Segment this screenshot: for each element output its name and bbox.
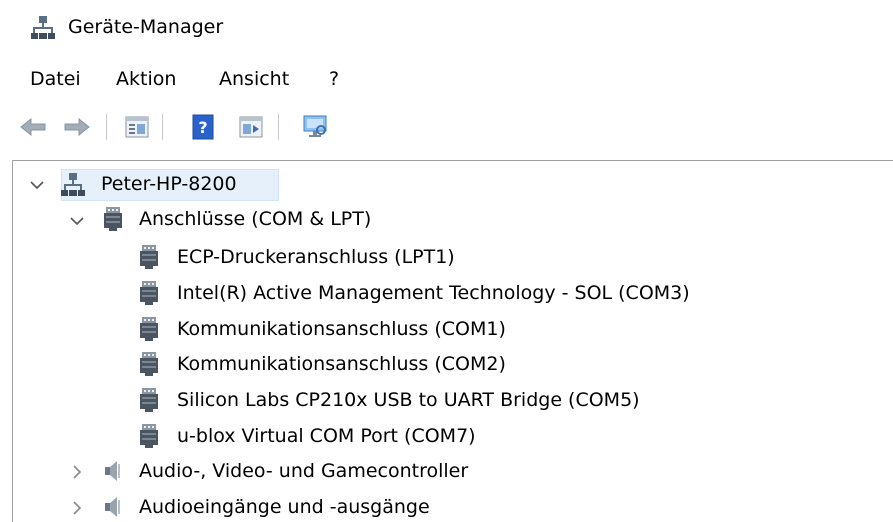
device-tree[interactable]: Peter-HP-8200 Anschlüsse (COM & LPT) ECP… bbox=[12, 160, 893, 522]
tree-device-item[interactable]: Silicon Labs CP210x USB to UART Bridge (… bbox=[177, 383, 640, 417]
device-label: Silicon Labs CP210x USB to UART Bridge (… bbox=[177, 389, 640, 411]
properties-button[interactable] bbox=[122, 112, 152, 142]
tree-device-item[interactable]: ECP-Druckeranschluss (LPT1) bbox=[177, 240, 455, 274]
help-button[interactable]: ? bbox=[188, 112, 218, 142]
back-arrow-icon bbox=[20, 117, 46, 137]
menu-bar: Datei Aktion Ansicht ? bbox=[0, 64, 893, 96]
help-icon: ? bbox=[192, 114, 214, 140]
back-button[interactable] bbox=[18, 112, 48, 142]
port-icon bbox=[140, 281, 158, 305]
chevron-down-icon[interactable] bbox=[69, 213, 85, 229]
svg-text:?: ? bbox=[198, 118, 207, 137]
menu-help[interactable]: ? bbox=[329, 68, 339, 90]
category-label: Audioeingänge und -ausgänge bbox=[139, 496, 430, 518]
tree-device-item[interactable]: Kommunikationsanschluss (COM2) bbox=[177, 347, 506, 381]
port-icon bbox=[140, 352, 158, 376]
scan-hardware-icon bbox=[303, 115, 327, 137]
port-icon bbox=[140, 245, 158, 269]
tree-device-item[interactable]: Intel(R) Active Management Technology - … bbox=[177, 276, 690, 310]
toolbar-separator bbox=[162, 114, 163, 140]
title-bar: Geräte-Manager bbox=[0, 0, 893, 60]
category-label: Anschlüsse (COM & LPT) bbox=[139, 208, 372, 230]
tree-device-item[interactable]: u-blox Virtual COM Port (COM7) bbox=[177, 419, 476, 453]
forward-arrow-icon bbox=[64, 117, 90, 137]
chevron-right-icon[interactable] bbox=[69, 464, 85, 480]
speaker-icon bbox=[105, 497, 120, 517]
tree-category-audio-video[interactable]: Audio-, Video- und Gamecontroller bbox=[139, 454, 468, 488]
forward-button[interactable] bbox=[62, 112, 92, 142]
menu-datei[interactable]: Datei bbox=[30, 68, 81, 90]
menu-ansicht[interactable]: Ansicht bbox=[219, 68, 289, 90]
tree-device-item[interactable]: Kommunikationsanschluss (COM1) bbox=[177, 312, 506, 346]
toolbar-separator bbox=[106, 114, 107, 140]
device-label: ECP-Druckeranschluss (LPT1) bbox=[177, 246, 455, 268]
toolbar: ? bbox=[0, 108, 893, 150]
tree-category-audio-io[interactable]: Audioeingänge und -ausgänge bbox=[139, 490, 430, 522]
port-icon bbox=[140, 388, 158, 412]
computer-icon bbox=[61, 173, 85, 196]
port-icon bbox=[104, 207, 122, 231]
device-manager-icon bbox=[31, 16, 55, 39]
device-label: Kommunikationsanschluss (COM2) bbox=[177, 353, 506, 375]
tree-category-ports[interactable]: Anschlüsse (COM & LPT) bbox=[139, 202, 371, 236]
category-label: Audio-, Video- und Gamecontroller bbox=[139, 460, 469, 482]
tree-root-label: Peter-HP-8200 bbox=[101, 173, 237, 195]
toolbar-separator bbox=[278, 114, 279, 140]
tree-root-item[interactable]: Peter-HP-8200 bbox=[101, 167, 237, 201]
chevron-down-icon[interactable] bbox=[29, 177, 45, 193]
window-title: Geräte-Manager bbox=[68, 16, 224, 38]
menu-aktion[interactable]: Aktion bbox=[116, 68, 176, 90]
speaker-icon bbox=[105, 461, 120, 481]
chevron-right-icon[interactable] bbox=[69, 500, 85, 516]
properties-icon bbox=[125, 116, 149, 138]
scan-hardware-button[interactable] bbox=[300, 112, 330, 142]
port-icon bbox=[140, 317, 158, 341]
port-icon bbox=[140, 424, 158, 448]
update-driver-button[interactable] bbox=[236, 112, 266, 142]
device-label: Intel(R) Active Management Technology - … bbox=[177, 282, 690, 304]
device-label: u-blox Virtual COM Port (COM7) bbox=[177, 425, 476, 447]
update-driver-icon bbox=[239, 116, 263, 138]
device-label: Kommunikationsanschluss (COM1) bbox=[177, 318, 506, 340]
